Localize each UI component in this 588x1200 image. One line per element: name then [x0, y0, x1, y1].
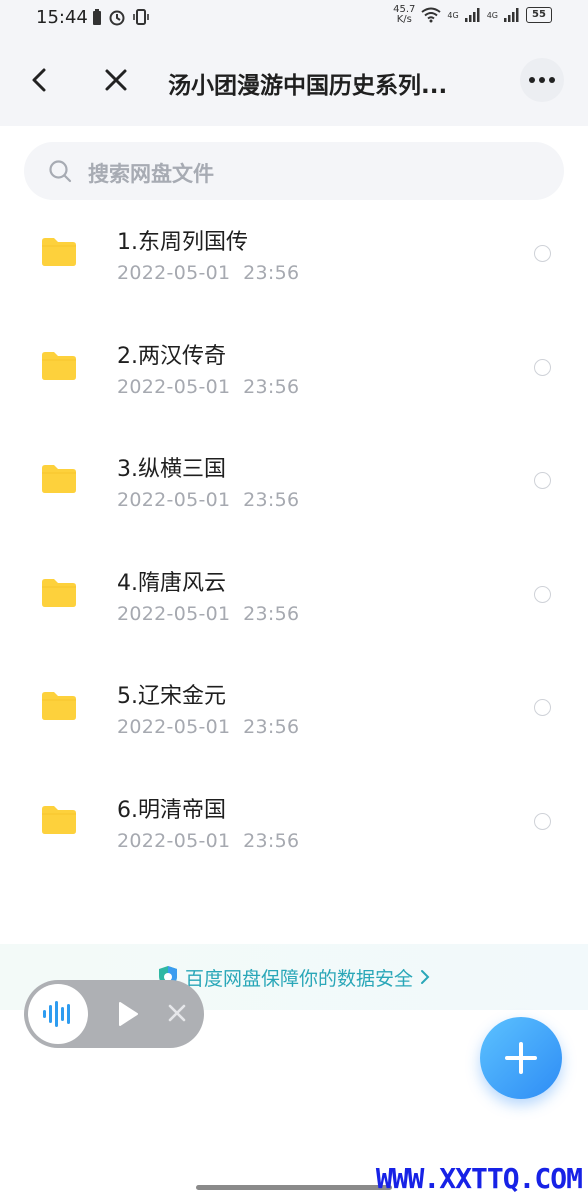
signal-icon — [464, 8, 480, 22]
file-date: 2022-05-01 23:56 — [117, 602, 300, 625]
wifi-icon — [421, 7, 442, 23]
search-icon — [49, 160, 72, 183]
select-checkbox[interactable] — [534, 245, 551, 262]
battery-icon: 55 — [526, 7, 552, 23]
file-name: 5.辽宋金元 — [117, 684, 226, 709]
security-text: 百度网盘保障你的数据安全 — [184, 967, 413, 990]
folder-icon — [42, 238, 76, 266]
home-indicator[interactable] — [196, 1185, 392, 1190]
status-time: 15:44 — [36, 7, 88, 28]
file-name: 1.东周列国传 — [117, 230, 248, 255]
net-speed: 45.7 K/s — [393, 4, 416, 25]
file-name: 3.纵横三国 — [117, 457, 226, 482]
select-checkbox[interactable] — [534, 358, 551, 376]
network-type-1: 4G — [447, 10, 459, 20]
alarm-icon — [109, 10, 125, 26]
select-checkbox[interactable] — [534, 699, 551, 716]
audio-player[interactable] — [24, 980, 204, 1048]
folder-icon — [42, 465, 76, 493]
audio-wave-button[interactable] — [28, 984, 88, 1044]
more-button[interactable] — [520, 58, 564, 102]
folder-icon — [42, 805, 76, 834]
list-item[interactable]: 2.两汉传奇 2022-05-01 23:56 — [0, 314, 588, 428]
file-name: 6.明清帝国 — [117, 797, 226, 823]
select-checkbox[interactable] — [534, 472, 551, 489]
file-date: 2022-05-01 23:56 — [117, 716, 300, 738]
vibrate-icon — [133, 9, 149, 25]
plus-icon — [505, 1042, 537, 1074]
sound-wave-icon — [43, 1001, 70, 1027]
more-horizontal-icon — [529, 77, 555, 83]
list-item[interactable]: 4.隋唐风云 2022-05-01 23:56 — [0, 541, 588, 655]
list-item[interactable]: 1.东周列国传 2022-05-01 23:56 — [0, 200, 588, 314]
status-right: 45.7 K/s 4G 4G 55 — [393, 5, 552, 25]
play-icon[interactable] — [116, 1000, 140, 1028]
add-button[interactable] — [480, 1017, 562, 1099]
select-checkbox[interactable] — [534, 812, 551, 830]
close-icon[interactable] — [166, 1002, 188, 1024]
signal-icon — [504, 8, 519, 22]
list-item[interactable]: 6.明清帝国 2022-05-01 23:56 — [0, 768, 588, 882]
folder-icon — [42, 692, 76, 720]
select-checkbox[interactable] — [534, 585, 551, 603]
search-input[interactable]: 搜索网盘文件 — [24, 142, 564, 200]
status-bar: 15:44 45.7 K/s 4G 4G 55 — [0, 0, 588, 36]
page-title: 汤小团漫游中国历史系列... — [168, 73, 448, 99]
close-icon[interactable] — [102, 66, 130, 94]
file-date: 2022-05-01 23:56 — [117, 262, 300, 284]
file-date: 2022-05-01 23:56 — [117, 375, 300, 398]
file-name: 2.两汉传奇 — [117, 343, 226, 369]
file-list: 1.东周列国传 2022-05-01 23:56 2.两汉传奇 2022-05-… — [0, 200, 588, 881]
list-item[interactable]: 3.纵横三国 2022-05-01 23:56 — [0, 427, 588, 541]
folder-icon — [42, 351, 76, 380]
file-date: 2022-05-01 23:56 — [117, 489, 300, 511]
chevron-left-icon[interactable] — [26, 66, 54, 94]
file-name: 4.隋唐风云 — [117, 570, 226, 596]
chevron-right-icon — [421, 970, 430, 984]
battery-saver-icon — [93, 9, 101, 25]
status-left-icons — [92, 8, 150, 26]
search-placeholder: 搜索网盘文件 — [88, 162, 214, 186]
folder-icon — [42, 578, 76, 607]
watermark: WWW.XXTTQ.COM — [375, 1162, 583, 1195]
nav-bar: 汤小团漫游中国历史系列... — [0, 36, 588, 126]
network-type-2: 4G — [486, 10, 498, 20]
list-item[interactable]: 5.辽宋金元 2022-05-01 23:56 — [0, 654, 588, 768]
file-date: 2022-05-01 23:56 — [117, 829, 300, 852]
